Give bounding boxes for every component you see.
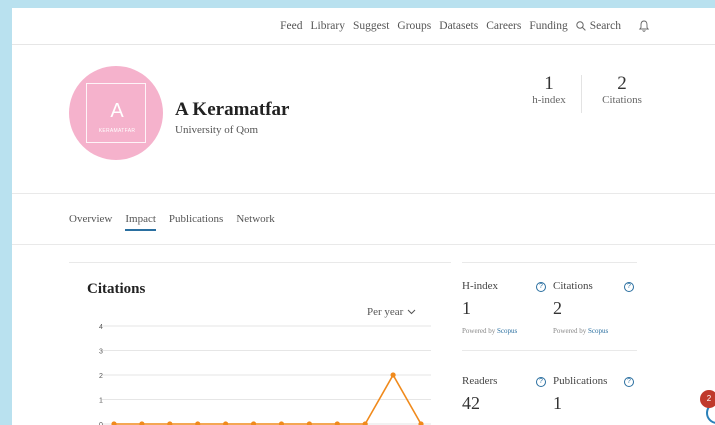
nav-groups[interactable]: Groups bbox=[397, 20, 431, 32]
stat-citations-powered: Powered by Scopus bbox=[553, 327, 638, 335]
tab-publications[interactable]: Publications bbox=[169, 213, 223, 225]
data-point bbox=[250, 421, 257, 425]
avatar-frame: A KERAMATFAR bbox=[86, 83, 146, 143]
data-point bbox=[306, 421, 312, 425]
y-tick-label: 4 bbox=[99, 324, 103, 331]
stat-citations-value: 2 bbox=[553, 298, 562, 318]
data-point bbox=[167, 421, 173, 425]
stat-publications-value: 1 bbox=[553, 393, 562, 413]
tab-network[interactable]: Network bbox=[236, 213, 275, 225]
y-tick-label: 2 bbox=[99, 373, 103, 380]
data-point bbox=[195, 421, 201, 425]
profile-page: Feed Library Suggest Groups Datasets Car… bbox=[12, 8, 715, 425]
nav-datasets[interactable]: Datasets bbox=[439, 20, 478, 32]
avatar-letter: A bbox=[110, 100, 124, 122]
hindex-metric: 1 h-index bbox=[526, 73, 572, 107]
data-point bbox=[334, 421, 340, 425]
nav-funding[interactable]: Funding bbox=[529, 20, 567, 32]
bell-icon[interactable] bbox=[637, 19, 651, 33]
data-point bbox=[139, 421, 145, 425]
profile-header: A KERAMATFAR A Keramatfar University of … bbox=[12, 45, 715, 194]
citations-card: Citations Per year 012342009201020112012… bbox=[69, 262, 451, 425]
tab-impact[interactable]: Impact bbox=[125, 213, 156, 231]
citations-label: Citations bbox=[602, 94, 642, 106]
citations-chart: 0123420092010201120122013201420152016201… bbox=[99, 324, 431, 425]
stats-divider-middle bbox=[462, 350, 637, 351]
stats-divider-top bbox=[462, 262, 637, 263]
y-tick-label: 3 bbox=[99, 349, 103, 356]
top-navigation: Feed Library Suggest Groups Datasets Car… bbox=[12, 8, 715, 45]
chevron-down-icon bbox=[407, 309, 416, 315]
profile-name: A Keramatfar bbox=[175, 99, 290, 120]
scopus-link[interactable]: Scopus bbox=[497, 327, 517, 335]
profile-affiliation[interactable]: University of Qom bbox=[175, 124, 258, 136]
nav-search[interactable]: Search bbox=[576, 20, 621, 32]
profile-tabs: Overview Impact Publications Network bbox=[12, 194, 715, 245]
nav-suggest[interactable]: Suggest bbox=[353, 20, 389, 32]
help-icon[interactable]: ? bbox=[624, 377, 634, 387]
stat-readers-label: Readers bbox=[462, 375, 498, 387]
search-label: Search bbox=[589, 20, 621, 32]
stat-publications: Publications ? 1 bbox=[553, 375, 638, 414]
hindex-label: h-index bbox=[532, 94, 566, 106]
stat-readers: Readers ? 42 bbox=[462, 375, 547, 414]
tab-overview[interactable]: Overview bbox=[69, 213, 112, 225]
search-icon bbox=[576, 21, 586, 31]
stat-hindex: H-index ? 1 Powered by Scopus bbox=[462, 280, 547, 335]
stat-citations: Citations ? 2 Powered by Scopus bbox=[553, 280, 638, 335]
stat-readers-value: 42 bbox=[462, 393, 480, 413]
data-point bbox=[111, 421, 117, 425]
y-tick-label: 1 bbox=[99, 398, 103, 405]
metric-divider bbox=[581, 75, 582, 113]
powered-by-text: Powered by bbox=[553, 327, 587, 335]
period-select[interactable]: Per year bbox=[367, 306, 416, 318]
stat-hindex-label: H-index bbox=[462, 280, 499, 292]
stat-hindex-powered: Powered by Scopus bbox=[462, 327, 547, 335]
nav-library[interactable]: Library bbox=[310, 20, 344, 32]
stats-panel: H-index ? 1 Powered by Scopus Citations … bbox=[462, 262, 637, 425]
help-icon[interactable]: ? bbox=[536, 377, 546, 387]
citations-value: 2 bbox=[617, 73, 627, 94]
citations-card-title: Citations bbox=[87, 281, 146, 297]
powered-by-text: Powered by bbox=[462, 327, 496, 335]
avatar-caption: KERAMATFAR bbox=[98, 128, 136, 134]
data-point bbox=[390, 372, 396, 378]
avatar: A KERAMATFAR bbox=[69, 66, 163, 160]
data-point bbox=[223, 421, 229, 425]
scopus-link[interactable]: Scopus bbox=[588, 327, 608, 335]
stat-hindex-value: 1 bbox=[462, 298, 471, 318]
notification-badge[interactable]: 2 bbox=[700, 390, 715, 408]
nav-careers[interactable]: Careers bbox=[486, 20, 521, 32]
data-point bbox=[278, 421, 285, 425]
help-icon[interactable]: ? bbox=[624, 282, 634, 292]
hindex-value: 1 bbox=[544, 73, 554, 94]
help-icon[interactable]: ? bbox=[536, 282, 546, 292]
citations-metric: 2 Citations bbox=[592, 73, 652, 107]
period-select-label: Per year bbox=[367, 306, 404, 318]
nav-feed[interactable]: Feed bbox=[280, 20, 302, 32]
